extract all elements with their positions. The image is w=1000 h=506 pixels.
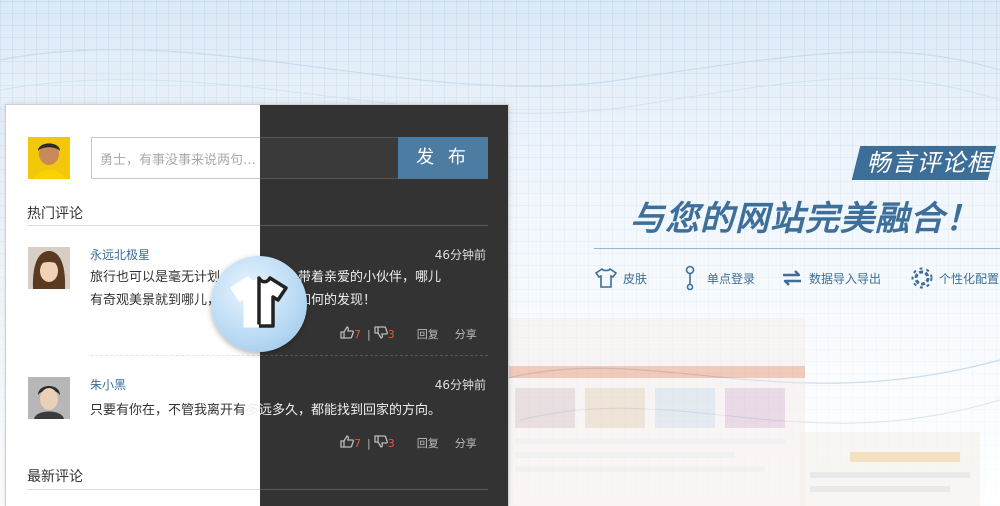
- faded-website-preview: [505, 318, 805, 506]
- hot-comments-title: 热门评论: [27, 206, 83, 222]
- feature-label: 皮肤: [623, 271, 648, 286]
- comment-actions: 7 | 3 回复 分享: [340, 435, 477, 451]
- avatar[interactable]: [28, 377, 70, 419]
- promo-headline: 与您的网站完美融合！: [630, 199, 980, 239]
- downvote-count: 3: [387, 327, 395, 341]
- upvote-count: 7: [354, 327, 361, 341]
- reply-link[interactable]: 回复: [417, 435, 439, 451]
- feature-single-sign-on[interactable]: 单点登录: [676, 264, 755, 292]
- downvote-count: 3: [387, 436, 395, 450]
- thumbs-up-icon[interactable]: [340, 326, 354, 342]
- swap-arrows-icon: [778, 264, 806, 292]
- comment-text: 只要有你在，不管我离开有多远多久，都能找到回家的方向。: [90, 399, 490, 422]
- comment-input-dark-part: [260, 137, 398, 179]
- thumbs-down-icon[interactable]: [374, 326, 388, 342]
- feature-label: 数据导入导出: [809, 271, 882, 286]
- avatar[interactable]: [28, 247, 70, 289]
- comment-actions: 7 | 3 回复 分享: [340, 326, 477, 342]
- comment-username[interactable]: 朱小黑: [90, 376, 126, 393]
- feature-skin[interactable]: 皮肤: [592, 264, 647, 292]
- feature-customization[interactable]: 个性化配置: [908, 264, 999, 292]
- section-divider: [27, 489, 260, 490]
- feature-label: 个性化配置: [939, 271, 1000, 286]
- share-link[interactable]: 分享: [455, 435, 477, 451]
- vote-separator: |: [367, 436, 371, 450]
- comment-time: 46分钟前: [434, 248, 486, 262]
- comment-divider: [90, 355, 260, 356]
- faded-panel-preview: [800, 432, 980, 506]
- feature-label: 单点登录: [707, 271, 756, 286]
- upvote-count: 7: [354, 436, 361, 450]
- feature-data-import-export[interactable]: 数据导入导出: [778, 264, 881, 292]
- reply-link[interactable]: 回复: [417, 326, 439, 342]
- thumbs-down-icon[interactable]: [374, 435, 388, 451]
- comment-username[interactable]: 永远北极星: [90, 246, 150, 263]
- tshirt-icon: [592, 264, 620, 292]
- key-icon: [676, 264, 704, 292]
- gear-icon: [908, 264, 936, 292]
- latest-comments-title: 最新评论: [27, 469, 83, 485]
- comment-text-segment: 只要有你在，不管我离开有: [90, 403, 247, 418]
- skin-switch-button[interactable]: [211, 256, 307, 352]
- avatar[interactable]: [28, 137, 70, 179]
- promo-divider: [594, 248, 1000, 249]
- comment-text-segment: 旅行也可以是毫无计划，: [90, 270, 234, 285]
- comment-text-segment: 多远多久，都能找到回家的方向。: [246, 403, 442, 418]
- section-divider: [260, 489, 488, 490]
- comment-text-segment: 有奇观美景就到哪儿，: [90, 293, 221, 308]
- section-divider: [27, 225, 260, 226]
- comment-divider: [260, 355, 488, 356]
- tshirt-icon: [228, 274, 290, 334]
- thumbs-up-icon[interactable]: [340, 435, 354, 451]
- post-button[interactable]: 发 布: [398, 137, 488, 179]
- section-divider: [260, 225, 488, 226]
- share-link[interactable]: 分享: [455, 326, 477, 342]
- promo-tag-label: 畅言评论框: [866, 149, 992, 177]
- comment-time: 46分钟前: [434, 378, 486, 392]
- vote-separator: |: [367, 327, 371, 341]
